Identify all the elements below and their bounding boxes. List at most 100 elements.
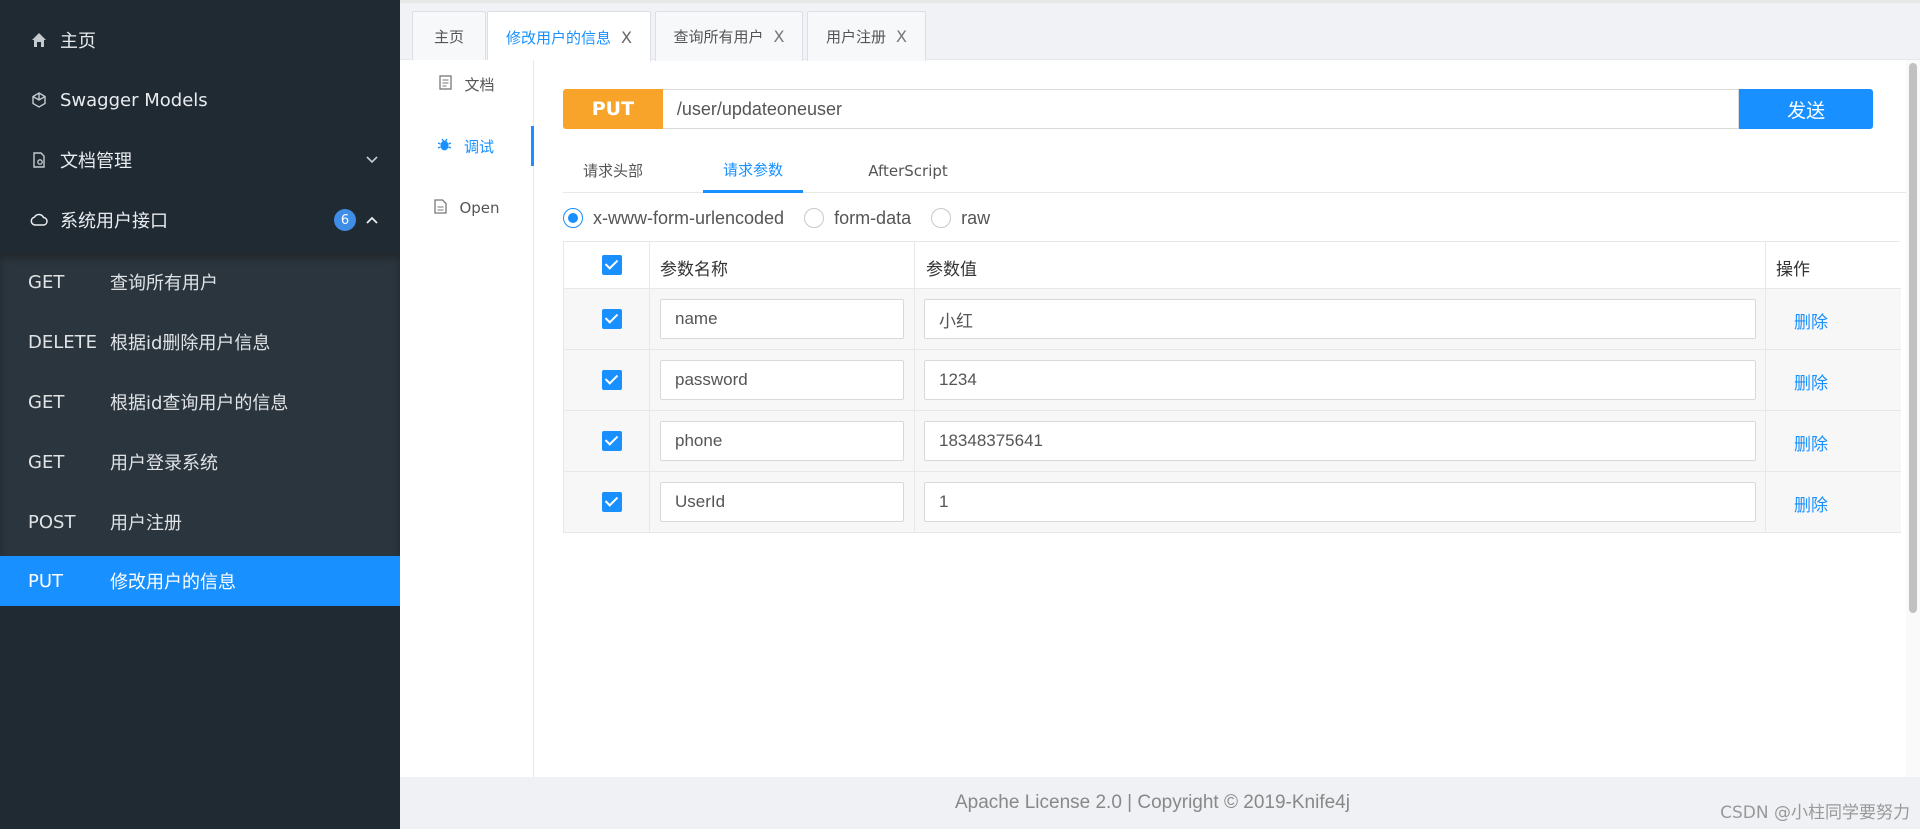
tab-label: 修改用户的信息 bbox=[506, 28, 612, 47]
params-table: 参数名称 参数值 操作 删除 删除 删除 删除 bbox=[563, 241, 1901, 533]
api-item[interactable]: POST 用户注册 bbox=[0, 497, 400, 547]
sidebar-item-system-user-api[interactable]: 系统用户接口 6 bbox=[0, 190, 400, 250]
sidebar-item-label: Swagger Models bbox=[60, 89, 208, 111]
api-method: DELETE bbox=[28, 331, 98, 353]
watermark: CSDN @小柱同学要努力 bbox=[1720, 803, 1910, 823]
close-icon[interactable]: X bbox=[621, 28, 632, 47]
row-checkbox[interactable] bbox=[602, 492, 622, 512]
table-row: 删除 bbox=[564, 289, 1901, 350]
license-text: Apache License 2.0 | Copyright © 2019-Kn… bbox=[955, 792, 1350, 813]
api-method: POST bbox=[28, 511, 76, 533]
param-name-input[interactable] bbox=[660, 482, 904, 522]
home-icon bbox=[30, 31, 48, 49]
param-name-input[interactable] bbox=[660, 421, 904, 461]
header-param-value: 参数值 bbox=[926, 260, 977, 280]
radio-raw[interactable] bbox=[931, 208, 952, 228]
url-input[interactable] bbox=[662, 89, 1740, 129]
select-all-checkbox[interactable] bbox=[602, 255, 622, 275]
column-divider bbox=[649, 242, 650, 532]
file-icon bbox=[434, 198, 448, 218]
api-name: 修改用户的信息 bbox=[110, 572, 236, 593]
api-item-active[interactable]: PUT 修改用户的信息 bbox=[0, 556, 400, 606]
row-checkbox[interactable] bbox=[602, 431, 622, 451]
subnav-label: 文档 bbox=[464, 75, 495, 94]
sidebar-item-label: 系统用户接口 bbox=[60, 211, 168, 232]
cloud-icon bbox=[30, 211, 48, 229]
param-name-input[interactable] bbox=[660, 360, 904, 400]
delete-link[interactable]: 删除 bbox=[1794, 369, 1828, 394]
method-badge[interactable]: PUT bbox=[563, 89, 663, 129]
sidebar-item-label: 文档管理 bbox=[60, 151, 132, 172]
chevron-down-icon bbox=[366, 152, 378, 168]
sidebar-item-swagger-models[interactable]: Swagger Models bbox=[0, 70, 400, 130]
header-action: 操作 bbox=[1776, 260, 1810, 280]
chevron-up-icon bbox=[366, 212, 378, 228]
api-name: 用户注册 bbox=[110, 513, 182, 534]
api-item[interactable]: GET 用户登录系统 bbox=[0, 437, 400, 487]
subnav-label: 调试 bbox=[463, 137, 494, 156]
api-method: GET bbox=[28, 271, 65, 293]
radio-label: raw bbox=[961, 207, 991, 228]
content-type-group: x-www-form-urlencoded form-data raw bbox=[563, 206, 1010, 230]
sub-nav: 文档 调试 Open bbox=[400, 60, 534, 777]
close-icon[interactable]: X bbox=[896, 27, 907, 46]
param-value-input[interactable] bbox=[924, 299, 1756, 339]
send-button[interactable]: 发送 bbox=[1739, 89, 1873, 129]
radio-label: form-data bbox=[834, 207, 912, 228]
close-icon[interactable]: X bbox=[774, 27, 785, 46]
api-method: PUT bbox=[28, 570, 64, 592]
row-checkbox[interactable] bbox=[602, 309, 622, 329]
document-icon bbox=[439, 74, 453, 94]
table-row: 删除 bbox=[564, 350, 1901, 411]
api-name: 用户登录系统 bbox=[110, 453, 218, 474]
radio-urlencoded[interactable] bbox=[563, 208, 583, 228]
radio-form-data[interactable] bbox=[804, 208, 825, 228]
tab-register[interactable]: 用户注册 X bbox=[807, 11, 926, 61]
tab-request-params[interactable]: 请求参数 bbox=[703, 148, 803, 193]
tab-label: 主页 bbox=[433, 28, 464, 46]
param-value-input[interactable] bbox=[924, 360, 1756, 400]
api-item[interactable]: GET 查询所有用户 bbox=[0, 257, 400, 307]
api-item[interactable]: DELETE 根据id删除用户信息 bbox=[0, 317, 400, 367]
scrollbar-thumb[interactable] bbox=[1909, 63, 1917, 613]
param-name-input[interactable] bbox=[660, 299, 904, 339]
table-row: 删除 bbox=[564, 411, 1901, 472]
tab-label: 用户注册 bbox=[826, 28, 887, 46]
tab-update-user[interactable]: 修改用户的信息 X bbox=[487, 11, 651, 62]
tab-home[interactable]: 主页 bbox=[412, 11, 486, 61]
table-row: 删除 bbox=[564, 472, 1901, 533]
tab-query-users[interactable]: 查询所有用户 X bbox=[655, 11, 803, 61]
count-badge: 6 bbox=[334, 209, 356, 231]
radio-label: x-www-form-urlencoded bbox=[593, 207, 785, 228]
api-method: GET bbox=[28, 451, 65, 473]
delete-link[interactable]: 删除 bbox=[1794, 430, 1828, 455]
api-method: GET bbox=[28, 391, 65, 413]
tab-afterscript[interactable]: AfterScript bbox=[853, 148, 963, 193]
sidebar-item-home[interactable]: 主页 bbox=[0, 10, 400, 70]
request-url-bar: PUT 发送 bbox=[563, 89, 1873, 129]
subnav-debug[interactable]: 调试 bbox=[400, 126, 534, 166]
request-tabs: 请求头部 请求参数 AfterScript bbox=[563, 148, 1913, 193]
cube-icon bbox=[30, 91, 48, 109]
subnav-open[interactable]: Open bbox=[400, 188, 534, 228]
param-value-input[interactable] bbox=[924, 482, 1756, 522]
table-header: 参数名称 参数值 操作 bbox=[564, 242, 1901, 289]
delete-link[interactable]: 删除 bbox=[1794, 491, 1828, 516]
tab-bar: 主页 修改用户的信息 X 查询所有用户 X 用户注册 X bbox=[400, 3, 1920, 62]
subnav-docs[interactable]: 文档 bbox=[400, 64, 534, 104]
footer: Apache License 2.0 | Copyright © 2019-Kn… bbox=[400, 777, 1920, 829]
sidebar-item-doc-management[interactable]: 文档管理 bbox=[0, 130, 400, 190]
api-item[interactable]: GET 根据id查询用户的信息 bbox=[0, 377, 400, 427]
api-name: 查询所有用户 bbox=[110, 273, 218, 294]
sidebar: 主页 Swagger Models 文档管理 系统用户接口 6 GET 查询所有… bbox=[0, 0, 400, 829]
column-divider bbox=[1765, 242, 1766, 532]
tab-request-headers[interactable]: 请求头部 bbox=[563, 148, 663, 193]
api-name: 根据id删除用户信息 bbox=[110, 333, 271, 354]
param-value-input[interactable] bbox=[924, 421, 1756, 461]
row-checkbox[interactable] bbox=[602, 370, 622, 390]
subnav-label: Open bbox=[459, 199, 500, 217]
api-list: GET 查询所有用户 DELETE 根据id删除用户信息 GET 根据id查询用… bbox=[0, 252, 400, 606]
delete-link[interactable]: 删除 bbox=[1794, 308, 1828, 333]
column-divider bbox=[914, 242, 915, 532]
bug-icon bbox=[437, 137, 452, 156]
